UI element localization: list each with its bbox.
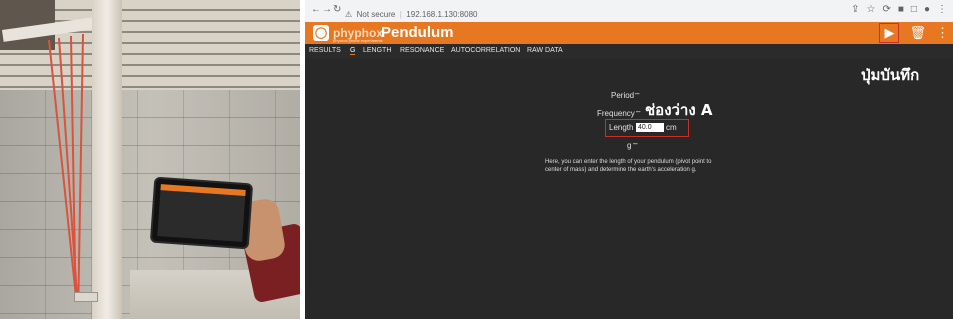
pendulum-photo	[0, 0, 300, 319]
phyphox-logo-icon: ◯	[313, 25, 329, 41]
tablet-device	[149, 176, 254, 250]
security-label: Not secure	[356, 10, 396, 19]
tab-resonance[interactable]: RESONANCE	[400, 47, 444, 54]
tab-autocorrelation[interactable]: AUTOCORRELATION	[451, 47, 520, 54]
brand-subtitle: physical phone experiments	[333, 38, 383, 43]
puzzle-icon[interactable]: ■	[898, 4, 904, 15]
tab-length[interactable]: LENGTH	[363, 47, 391, 54]
trash-icon[interactable]: 🗑	[909, 25, 926, 41]
g-label: g	[627, 141, 632, 150]
share-icon[interactable]: ⇪	[851, 4, 859, 15]
tab-g[interactable]: G	[350, 47, 356, 55]
browser-window: ← → ↻ ⚠ Not secure | 192.168.1.130:8080 …	[305, 0, 953, 319]
play-icon: ▶	[884, 25, 895, 40]
url-text: 192.168.1.130:8080	[406, 10, 478, 19]
length-unit: cm	[666, 123, 677, 132]
length-description: Here, you can enter the length of your p…	[545, 159, 712, 173]
warning-icon: ⚠	[345, 10, 353, 19]
tab-raw-data[interactable]: RAW DATA	[527, 47, 563, 54]
app-header: ◯ phyphox physical phone experiments Pen…	[305, 22, 953, 44]
length-label: Length	[609, 123, 634, 132]
frequency-label: Frequency	[597, 109, 635, 118]
address-bar: ← → ↻ ⚠ Not secure | 192.168.1.130:8080 …	[305, 0, 953, 23]
frequency-value: –	[636, 107, 641, 116]
period-label: Period	[611, 91, 635, 100]
back-icon[interactable]: ←	[311, 4, 321, 15]
experiment-view: Period – Frequency – Length 40.0 cm g – …	[305, 58, 953, 319]
sidebar-icon[interactable]: □	[911, 4, 917, 15]
profile-icon[interactable]: ●	[924, 4, 930, 15]
period-value: –	[635, 89, 640, 98]
wooden-post	[92, 0, 122, 319]
record-button[interactable]: ▶	[879, 23, 900, 43]
field-annotation: ช่องว่าง A	[645, 101, 713, 119]
reload-icon[interactable]: ↻	[333, 4, 341, 15]
url-field[interactable]: ⚠ Not secure | 192.168.1.130:8080	[345, 4, 705, 19]
length-input[interactable]: 40.0	[636, 123, 664, 132]
header-actions: ▶ 🗑 ⋮	[879, 22, 949, 44]
refresh-extension-icon[interactable]: ⟳	[882, 4, 890, 15]
more-vert-icon[interactable]: ⋮	[937, 4, 947, 15]
tablet-appbar	[160, 184, 246, 197]
tab-results[interactable]: RESULTS	[309, 47, 341, 54]
browser-toolbar-icons: ⇪ ☆ ⟳ ■ □ ● ⋮	[851, 4, 947, 15]
tablet-screen	[157, 184, 246, 242]
star-icon[interactable]: ☆	[867, 4, 876, 15]
experiment-title: Pendulum	[381, 24, 454, 41]
record-button-annotation: ปุ่มบันทึก	[861, 66, 920, 84]
pendulum-bob	[74, 292, 98, 302]
forward-icon[interactable]: →	[322, 4, 332, 15]
tab-bar: RESULTS G LENGTH RESONANCE AUTOCORRELATI…	[305, 44, 953, 58]
menu-icon[interactable]: ⋮	[936, 25, 949, 41]
g-value: –	[633, 139, 638, 148]
